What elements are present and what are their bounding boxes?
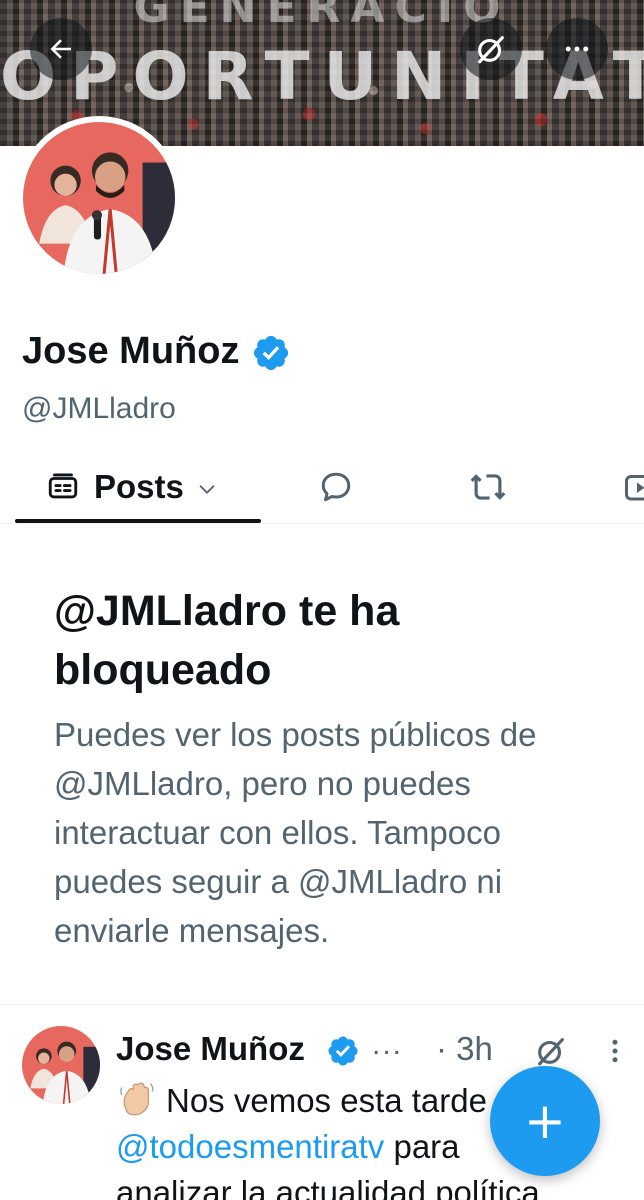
- more-options-button[interactable]: [546, 18, 608, 80]
- profile-avatar[interactable]: [17, 116, 181, 280]
- more-vertical-icon[interactable]: [600, 1036, 630, 1066]
- media-icon: [625, 475, 644, 501]
- repost-icon: [470, 474, 506, 500]
- arrow-left-icon: [50, 39, 71, 59]
- reply-icon: [321, 472, 351, 502]
- grok-icon: [478, 36, 504, 64]
- back-button[interactable]: [30, 18, 92, 80]
- more-horizontal-icon: [565, 46, 589, 52]
- tab-posts[interactable]: Posts: [46, 452, 218, 522]
- banner-slogan-top: GENERACIÓ: [133, 0, 511, 33]
- plus-icon: +: [524, 1092, 566, 1150]
- post-mention-link[interactable]: @todoesmentiratv: [116, 1128, 384, 1165]
- post-text-line: @todoesmentiratv para: [116, 1124, 460, 1170]
- post-text-line2: para: [384, 1128, 460, 1165]
- grok-button[interactable]: [460, 18, 522, 80]
- post-timestamp[interactable]: · 3h: [436, 1030, 493, 1068]
- grok-icon[interactable]: [534, 1034, 568, 1068]
- profile-tabs: Posts: [0, 452, 644, 524]
- tab-media[interactable]: [622, 452, 644, 522]
- chevron-down-icon[interactable]: [196, 478, 218, 500]
- display-name: Jose Muñoz: [22, 330, 240, 372]
- tab-replies[interactable]: [318, 452, 354, 522]
- profile-handle: @JMLladro: [22, 392, 176, 425]
- profile-name-row: Jose Muñoz: [22, 330, 291, 373]
- post-handle-truncated: ...: [372, 1028, 404, 1061]
- post-text-line3: analizar la actualidad política: [116, 1174, 540, 1200]
- post-text-line: Nos vemos esta tarde: [116, 1078, 487, 1124]
- avatar-photo: [23, 122, 175, 274]
- tab-posts-label: Posts: [94, 468, 184, 505]
- blocked-title: @JMLladro te ha bloqueado: [54, 587, 400, 694]
- verified-badge-icon: [328, 1036, 358, 1066]
- post-author-avatar[interactable]: [22, 1026, 100, 1104]
- active-tab-indicator: [15, 519, 261, 523]
- blocked-description: Puedes ver los posts públicos de @JMLlad…: [54, 716, 537, 949]
- post-text-line: analizar la actualidad política: [116, 1170, 540, 1200]
- waving-hand-emoji: [120, 1082, 154, 1116]
- posts-icon: [48, 473, 78, 499]
- post-author-name[interactable]: Jose Muñoz: [116, 1030, 305, 1068]
- compose-post-button[interactable]: +: [490, 1066, 600, 1176]
- section-divider: [0, 1004, 644, 1005]
- verified-badge-icon: [254, 335, 289, 370]
- tab-reposts[interactable]: [469, 452, 507, 522]
- post-text-line1: Nos vemos esta tarde: [166, 1082, 487, 1119]
